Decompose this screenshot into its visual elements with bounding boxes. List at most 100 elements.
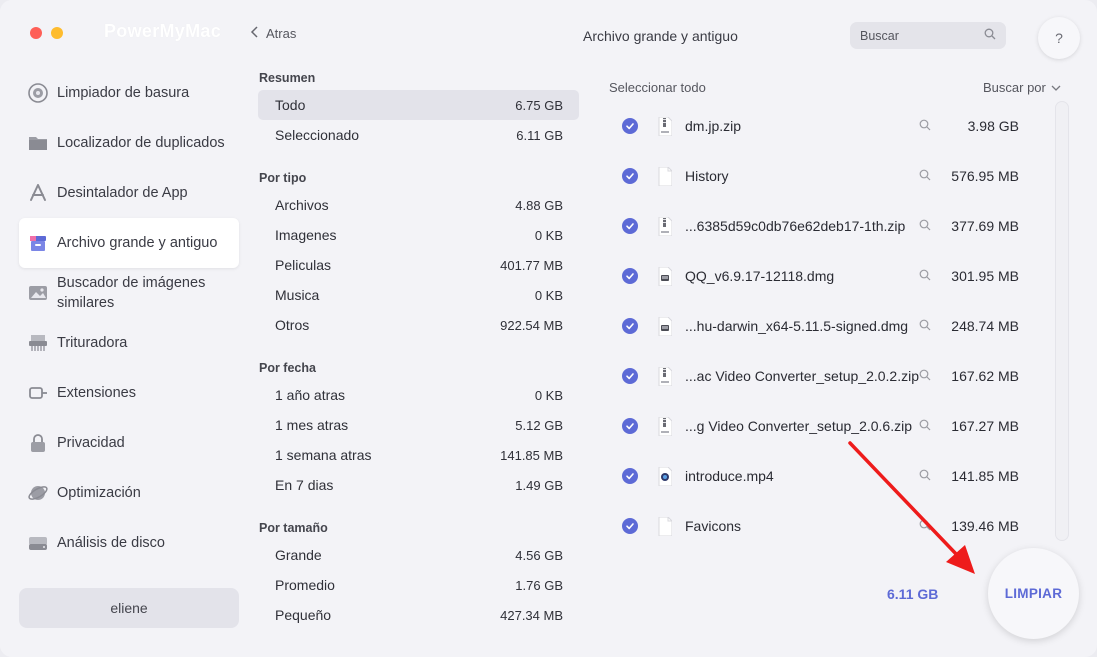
filter-label: Imagenes bbox=[275, 227, 337, 243]
filter-label: Pequeño bbox=[275, 607, 332, 623]
reveal-search-icon[interactable] bbox=[919, 168, 933, 182]
reveal-search-icon[interactable] bbox=[919, 518, 933, 532]
sidebar-item-trituradora[interactable]: Trituradora bbox=[19, 318, 239, 368]
sidebar-item-limpiador-de-basura[interactable]: Limpiador de basura bbox=[19, 68, 239, 118]
filter-archivos[interactable]: Archivos 4.88 GB bbox=[258, 190, 579, 220]
folder-icon bbox=[27, 132, 49, 154]
filter-label: Peliculas bbox=[275, 257, 332, 273]
close-window-button[interactable] bbox=[30, 27, 42, 39]
minimize-window-button[interactable] bbox=[51, 27, 63, 39]
sidebar-item-archivo-grande-y-antiguo[interactable]: Archivo grande y antiguo bbox=[19, 218, 239, 268]
filter-label: Archivos bbox=[275, 197, 329, 213]
checkbox-checked[interactable] bbox=[622, 268, 638, 284]
dmg-file-icon bbox=[657, 266, 673, 286]
filter-promedio[interactable]: Promedio 1.76 GB bbox=[258, 570, 579, 600]
filter-otros[interactable]: Otros 922.54 MB bbox=[258, 310, 579, 340]
filter-label: 1 año atras bbox=[275, 387, 346, 403]
file-row[interactable]: QQ_v6.9.17-12118.dmg 301.95 MB bbox=[614, 251, 1034, 301]
sidebar-item-label: Buscador de imágenes similares bbox=[57, 275, 206, 311]
filter-label: Musica bbox=[275, 287, 320, 303]
trash-cleaner-icon bbox=[27, 82, 49, 104]
search-icon bbox=[984, 28, 996, 43]
filter-value: 0 KB bbox=[534, 227, 563, 243]
filter-grande[interactable]: Grande 4.56 GB bbox=[258, 540, 579, 570]
blank-file-icon bbox=[657, 516, 673, 536]
filter-todo[interactable]: Todo 6.75 GB bbox=[258, 90, 579, 120]
reveal-search-icon[interactable] bbox=[919, 418, 933, 432]
checkbox-checked[interactable] bbox=[622, 318, 638, 334]
user-account-button[interactable]: eliene bbox=[19, 588, 239, 628]
file-size: 301.95 MB bbox=[951, 268, 1019, 284]
filter-value: 4.88 GB bbox=[515, 197, 563, 213]
file-row[interactable]: Favicons 139.46 MB bbox=[614, 501, 1034, 551]
search-input[interactable]: Buscar bbox=[850, 22, 1006, 49]
filter-1-ano-atras[interactable]: 1 año atras 0 KB bbox=[258, 380, 579, 410]
sidebar-item-label: Extensiones bbox=[57, 385, 136, 401]
reveal-search-icon[interactable] bbox=[919, 268, 933, 282]
checkbox-checked[interactable] bbox=[622, 118, 638, 134]
checkbox-checked[interactable] bbox=[622, 218, 638, 234]
sidebar-item-desintalador-de-app[interactable]: Desintalador de App bbox=[19, 168, 239, 218]
file-row[interactable]: ...ac Video Converter_setup_2.0.2.zip 167… bbox=[614, 351, 1034, 401]
sidebar-item-label: Optimización bbox=[57, 485, 141, 501]
section-title-por-tamano: Por tamaño bbox=[259, 521, 328, 535]
section-title-por-tipo: Por tipo bbox=[259, 171, 307, 185]
file-size: 576.95 MB bbox=[951, 168, 1019, 184]
filter-value: 0 KB bbox=[534, 287, 563, 303]
filter-value: 6.11 GB bbox=[516, 127, 563, 143]
app-brand: PowerMyMac bbox=[104, 21, 222, 41]
help-button[interactable]: ? bbox=[1038, 17, 1080, 59]
filter-peliculas[interactable]: Peliculas 401.77 MB bbox=[258, 250, 579, 280]
file-size: 248.74 MB bbox=[951, 318, 1019, 334]
checkbox-checked[interactable] bbox=[622, 368, 638, 384]
filter-value: 401.77 MB bbox=[500, 257, 563, 273]
filter-value: 922.54 MB bbox=[500, 317, 563, 333]
back-button[interactable]: Atras bbox=[250, 26, 296, 41]
selected-total: 6.11 GB bbox=[887, 586, 939, 602]
filter-label: 1 mes atras bbox=[275, 417, 349, 433]
filter-en-7-dias[interactable]: En 7 dias 1.49 GB bbox=[258, 470, 579, 500]
file-row[interactable]: ...g Video Converter_setup_2.0.6.zip 167.… bbox=[614, 401, 1034, 451]
file-row[interactable]: History 576.95 MB bbox=[614, 151, 1034, 201]
filter-pequeno[interactable]: Pequeño 427.34 MB bbox=[258, 600, 579, 630]
filter-label: En 7 dias bbox=[275, 477, 334, 493]
file-row[interactable]: ...hu-darwin_x64-5.11.5-signed.dmg 248.74… bbox=[614, 301, 1034, 351]
sidebar-item-localizador-de-duplicados[interactable]: Localizador de duplicados bbox=[19, 118, 239, 168]
reveal-search-icon[interactable] bbox=[919, 118, 933, 132]
reveal-search-icon[interactable] bbox=[919, 318, 933, 332]
reveal-search-icon[interactable] bbox=[919, 218, 933, 232]
file-row[interactable]: ...6385d59c0db76e62deb17-1th.zip 377.69 M… bbox=[614, 201, 1034, 251]
dmg-file-icon bbox=[657, 316, 673, 336]
checkbox-checked[interactable] bbox=[622, 518, 638, 534]
file-row[interactable]: introduce.mp4 141.85 MB bbox=[614, 451, 1034, 501]
filter-seleccionado[interactable]: Seleccionado 6.11 GB bbox=[258, 120, 579, 150]
sidebar: PowerMyMac Limpiador de basura Localizad… bbox=[0, 0, 246, 657]
checkbox-checked[interactable] bbox=[622, 168, 638, 184]
sidebar-item-privacidad[interactable]: Privacidad bbox=[19, 418, 239, 468]
reveal-search-icon[interactable] bbox=[919, 368, 933, 382]
sidebar-item-extensiones[interactable]: Extensiones bbox=[19, 368, 239, 418]
video-file-icon bbox=[657, 466, 673, 486]
filter-1-semana-atras[interactable]: 1 semana atras 141.85 MB bbox=[258, 440, 579, 470]
filter-imagenes[interactable]: Imagenes 0 KB bbox=[258, 220, 579, 250]
filter-label: Grande bbox=[275, 547, 322, 563]
sidebar-item-buscador-de-imagenes[interactable]: Buscador de imágenes similares bbox=[19, 268, 239, 318]
select-all-button[interactable]: Seleccionar todo bbox=[609, 80, 706, 95]
sort-dropdown[interactable]: Buscar por bbox=[983, 80, 1061, 95]
reveal-search-icon[interactable] bbox=[919, 468, 933, 482]
file-row[interactable]: dm.jp.zip 3.98 GB bbox=[614, 101, 1034, 151]
checkbox-checked[interactable] bbox=[622, 468, 638, 484]
checkbox-checked[interactable] bbox=[622, 418, 638, 434]
file-list-scrollbar[interactable] bbox=[1055, 101, 1069, 541]
image-icon bbox=[27, 282, 49, 304]
file-size: 377.69 MB bbox=[951, 218, 1019, 234]
filter-value: 0 KB bbox=[534, 387, 563, 403]
sidebar-item-optimizacion[interactable]: Optimización bbox=[19, 468, 239, 518]
filter-musica[interactable]: Musica 0 KB bbox=[258, 280, 579, 310]
sidebar-item-label: Desintalador de App bbox=[57, 185, 188, 201]
clean-button[interactable]: LIMPIAR bbox=[988, 548, 1079, 639]
sidebar-item-label: Privacidad bbox=[57, 435, 125, 451]
sidebar-item-analisis-de-disco[interactable]: Análisis de disco bbox=[19, 518, 239, 568]
file-size: 167.27 MB bbox=[951, 418, 1019, 434]
filter-1-mes-atras[interactable]: 1 mes atras 5.12 GB bbox=[258, 410, 579, 440]
